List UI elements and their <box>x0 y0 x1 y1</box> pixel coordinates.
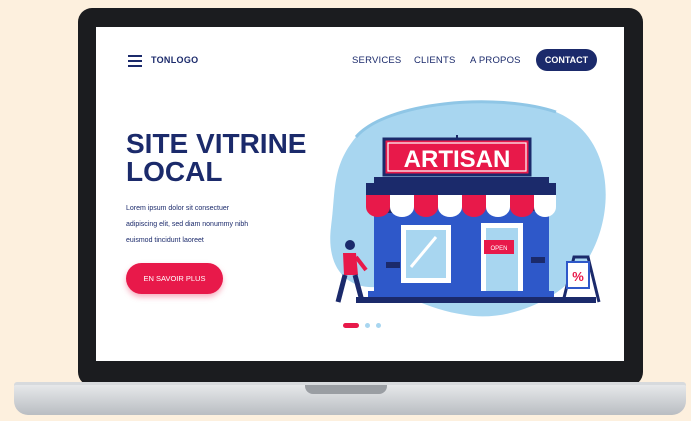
open-tag-text: OPEN <box>490 246 507 252</box>
hero-title-line1: SITE VITRINE <box>126 128 307 159</box>
shop-sign-text: ARTISAN <box>404 146 511 173</box>
sandwich-board: % <box>561 255 601 303</box>
carousel-dot[interactable] <box>365 323 370 328</box>
hero-text-line3: euismod tincidunt laoreet <box>126 237 204 244</box>
hero-description: Lorem ipsum dolor sit consectuer adipisc… <box>126 201 286 249</box>
nav-a-propos[interactable]: A PROPOS <box>470 55 521 66</box>
learn-more-button[interactable]: EN SAVOIR PLUS <box>126 263 223 294</box>
laptop-screen: TONLOGO SERVICES CLIENTS A PROPOS CONTAC… <box>96 27 624 361</box>
hero-title: SITE VITRINE LOCAL <box>126 130 346 186</box>
hero-text-line2: adipiscing elit, sed diam nonummy nibh <box>126 221 249 228</box>
site-logo[interactable]: TONLOGO <box>151 55 198 65</box>
hero-title-line2: LOCAL <box>126 156 223 187</box>
nav-services[interactable]: SERVICES <box>352 55 401 66</box>
carousel-dot[interactable] <box>376 323 381 328</box>
hero-text-line1: Lorem ipsum dolor sit consectuer <box>126 205 230 212</box>
carousel-dot-active[interactable] <box>343 323 359 328</box>
laptop-notch <box>305 385 387 394</box>
hamburger-menu-icon[interactable] <box>128 55 142 67</box>
nav-clients[interactable]: CLIENTS <box>414 55 456 66</box>
percent-sign: % <box>572 269 584 284</box>
contact-button[interactable]: CONTACT <box>536 49 597 71</box>
shop-illustration: ARTISAN OPEN % <box>330 100 606 317</box>
